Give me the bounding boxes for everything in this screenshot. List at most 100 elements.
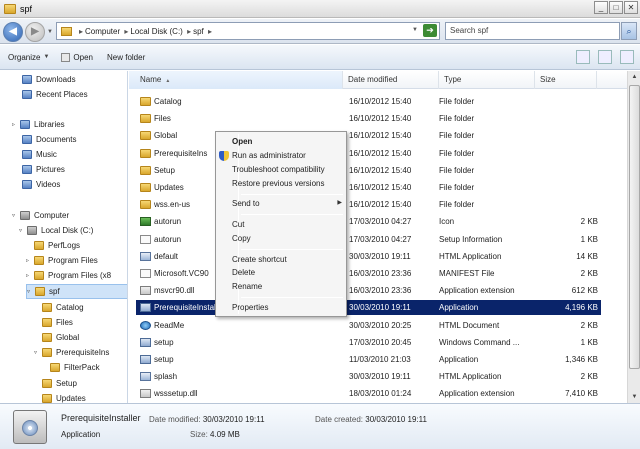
- nav-computer[interactable]: ▿ Computer: [12, 208, 69, 223]
- address-dropdown[interactable]: ▼: [412, 27, 418, 33]
- file-date: 30/03/2010 20:25: [349, 320, 412, 330]
- scroll-down-icon[interactable]: ▼: [629, 391, 640, 403]
- file-row[interactable]: msvcr90.dll 16/03/2010 23:36 Application e…: [136, 283, 601, 298]
- nav-spf[interactable]: ▿ spf: [26, 284, 127, 299]
- html-document-icon: [140, 320, 151, 330]
- nav-program-files-x86[interactable]: ▹ Program Files (x8: [26, 268, 111, 283]
- file-row[interactable]: autorun 17/03/2010 04:27 Setup Information…: [136, 232, 601, 247]
- file-row[interactable]: setup 17/03/2010 20:45 Windows Command ...…: [136, 335, 601, 350]
- scroll-up-icon[interactable]: ▲: [629, 71, 640, 83]
- views-icon[interactable]: [576, 50, 590, 64]
- navigation-pane: Downloads Recent Places ▹ Libraries Docum…: [0, 71, 128, 403]
- folder-icon: [61, 26, 72, 36]
- menu-properties[interactable]: Properties: [232, 301, 344, 314]
- file-row[interactable]: splash 30/03/2010 19:11 HTML Application 2 …: [136, 369, 601, 384]
- file-row[interactable]: PrerequisiteIns 16/10/2012 15:40 File fold…: [136, 146, 601, 161]
- nav-program-files[interactable]: ▹ Program Files: [26, 253, 98, 268]
- details-pane: PrerequisiteInstaller Application Date m…: [0, 403, 640, 449]
- search-icon[interactable]: ⌕: [621, 22, 637, 40]
- new-folder-button[interactable]: New folder: [107, 53, 145, 62]
- nav-updates[interactable]: Updates: [42, 391, 86, 403]
- file-row[interactable]: autorun 17/03/2010 04:27 Icon 2 KB: [136, 214, 601, 229]
- nav-music[interactable]: Music: [22, 147, 57, 162]
- menu-restore-versions[interactable]: Restore previous versions: [232, 177, 344, 190]
- maximize-button[interactable]: □: [609, 1, 623, 14]
- setup-icon: [140, 303, 151, 313]
- organize-button[interactable]: Organize ▼: [8, 53, 49, 62]
- nav-pictures[interactable]: Pictures: [22, 162, 65, 177]
- details-date-created: Date created: 30/03/2010 19:11: [315, 415, 427, 424]
- column-header-size[interactable]: Size: [535, 71, 597, 89]
- nav-global[interactable]: Global: [42, 330, 79, 345]
- column-header-date[interactable]: Date modified: [343, 71, 439, 89]
- menu-delete[interactable]: Delete: [232, 266, 344, 279]
- folder-icon: [34, 256, 44, 265]
- file-date: 16/10/2012 15:40: [349, 200, 412, 210]
- file-row[interactable]: wsssetup.dll 18/03/2010 01:24 Application …: [136, 386, 601, 401]
- nav-videos[interactable]: Videos: [22, 177, 60, 192]
- open-button[interactable]: Open: [61, 52, 93, 62]
- document-icon: [140, 269, 151, 278]
- forward-button[interactable]: ▶: [25, 22, 45, 42]
- file-row[interactable]: Files 16/10/2012 15:40 File folder: [136, 111, 601, 126]
- file-row[interactable]: wss.en-us 16/10/2012 15:40 File folder: [136, 197, 601, 212]
- file-row[interactable]: Catalog 16/10/2012 15:40 File folder: [136, 94, 601, 109]
- nav-catalog[interactable]: Catalog: [42, 300, 84, 315]
- breadcrumb-local-disk[interactable]: Local Disk (C:): [130, 27, 182, 36]
- recent-pages-dropdown[interactable]: ▼: [47, 29, 53, 35]
- menu-troubleshoot[interactable]: Troubleshoot compatibility: [232, 163, 344, 176]
- scroll-thumb[interactable]: [629, 85, 640, 369]
- nav-files[interactable]: Files: [42, 315, 73, 330]
- menu-cut[interactable]: Cut: [232, 218, 344, 231]
- file-row[interactable]: default 30/03/2010 19:11 HTML Application 1…: [136, 249, 601, 264]
- menu-send-to[interactable]: Send to ▶: [232, 197, 344, 210]
- file-row[interactable]: PrerequisiteInstaller 30/03/2010 19:11 App…: [135, 299, 602, 317]
- back-button[interactable]: ◀: [3, 22, 23, 42]
- file-row[interactable]: Global 16/10/2012 15:40 File folder: [136, 128, 601, 143]
- folder-icon: [50, 363, 60, 372]
- file-row[interactable]: setup 11/03/2010 21:03 Application 1,346 KB: [136, 352, 601, 367]
- close-button[interactable]: ✕: [624, 1, 638, 14]
- file-size: [535, 180, 598, 195]
- file-name: Files: [154, 114, 171, 124]
- menu-run-as-admin[interactable]: Run as administrator: [219, 149, 344, 162]
- nav-local-disk[interactable]: ▿ Local Disk (C:): [19, 223, 93, 238]
- minimize-button[interactable]: _: [594, 1, 608, 14]
- folder-icon: [42, 333, 52, 342]
- preview-pane-icon[interactable]: [598, 50, 612, 64]
- refresh-icon[interactable]: ➔: [423, 24, 437, 37]
- nav-filterpack[interactable]: FilterPack: [50, 360, 100, 375]
- disc-icon: [22, 420, 38, 436]
- nav-setup[interactable]: Setup: [42, 376, 77, 391]
- vertical-scrollbar[interactable]: ▲ ▼: [627, 71, 640, 403]
- column-header-name[interactable]: Name ▲: [129, 71, 343, 89]
- folder-icon: [42, 303, 52, 312]
- nav-documents[interactable]: Documents: [22, 132, 76, 147]
- nav-recent-places[interactable]: Recent Places: [22, 87, 88, 102]
- menu-open[interactable]: Open: [232, 135, 344, 148]
- breadcrumb-computer[interactable]: Computer: [85, 27, 120, 36]
- menu-copy[interactable]: Copy: [232, 232, 344, 245]
- nav-perflogs[interactable]: PerfLogs: [34, 238, 80, 253]
- command-bar: Organize ▼ Open New folder: [0, 45, 640, 70]
- nav-label: Catalog: [56, 303, 84, 312]
- nav-libraries[interactable]: ▹ Libraries: [12, 117, 65, 132]
- file-type: File folder: [439, 114, 475, 124]
- folder-icon: [140, 200, 151, 210]
- file-row[interactable]: Updates 16/10/2012 15:40 File folder: [136, 180, 601, 195]
- file-date: 17/03/2010 04:27: [349, 234, 412, 244]
- nav-label: Pictures: [36, 165, 65, 174]
- search-input[interactable]: Search spf: [445, 22, 620, 40]
- nav-prerequisiteins[interactable]: ▿ PrerequisiteIns: [34, 345, 109, 360]
- column-header-type[interactable]: Type: [439, 71, 535, 89]
- open-label: Open: [73, 52, 93, 62]
- file-row[interactable]: ReadMe 30/03/2010 20:25 HTML Document 2 KB: [136, 318, 601, 333]
- nav-downloads[interactable]: Downloads: [22, 72, 76, 87]
- help-icon[interactable]: [620, 50, 634, 64]
- file-row[interactable]: Setup 16/10/2012 15:40 File folder: [136, 163, 601, 178]
- menu-create-shortcut[interactable]: Create shortcut: [232, 253, 344, 266]
- breadcrumb-spf[interactable]: spf: [193, 27, 204, 36]
- file-row[interactable]: Microsoft.VC90 16/03/2010 23:36 MANIFEST F…: [136, 266, 601, 281]
- address-bar[interactable]: ▸ Computer ▸ Local Disk (C:) ▸ spf ▸: [56, 22, 440, 40]
- menu-rename[interactable]: Rename: [232, 280, 344, 293]
